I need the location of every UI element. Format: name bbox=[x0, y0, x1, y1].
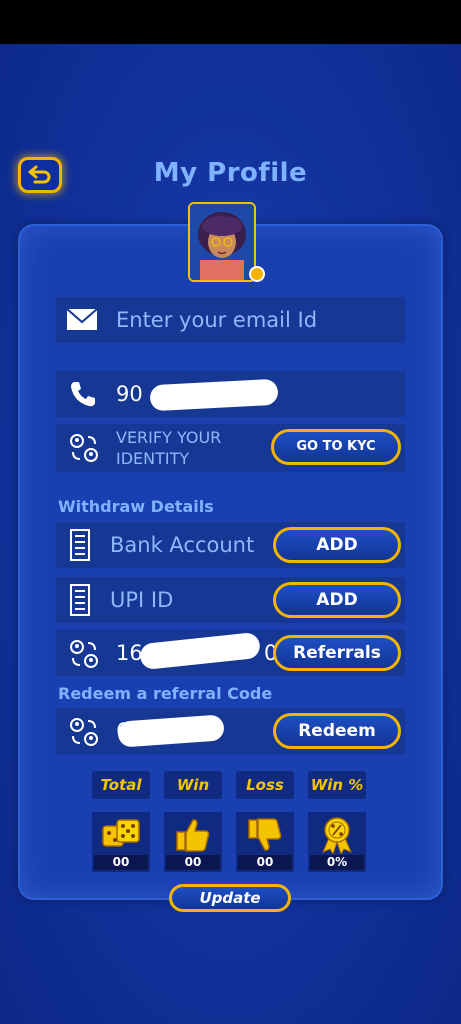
stat-win: 00 bbox=[164, 812, 222, 872]
add-upi-button[interactable]: ADD bbox=[273, 582, 401, 618]
stat-label-loss: Loss bbox=[236, 771, 294, 799]
percent-badge-icon bbox=[322, 817, 352, 854]
stat-label-win: Win bbox=[164, 771, 222, 799]
edit-avatar-icon[interactable] bbox=[249, 266, 265, 282]
stat-label-win-percent: Win % bbox=[308, 771, 366, 799]
upi-row: UPI ID ADD bbox=[56, 577, 405, 623]
mail-icon bbox=[66, 308, 98, 330]
page-title: My Profile bbox=[153, 158, 308, 188]
referral-swap-icon bbox=[70, 640, 98, 668]
phone-value: 90 bbox=[116, 382, 143, 406]
withdraw-section-label: Withdraw Details bbox=[58, 497, 214, 516]
stat-loss: 00 bbox=[236, 812, 294, 872]
thumbs-down-icon bbox=[248, 818, 282, 851]
thumbs-up-icon bbox=[176, 819, 210, 852]
referrals-button[interactable]: Referrals bbox=[273, 635, 401, 671]
redeem-section-label: Redeem a referral Code bbox=[58, 684, 273, 703]
kyc-label-line2: IDENTITY bbox=[116, 449, 190, 468]
upi-label: UPI ID bbox=[110, 588, 174, 612]
identity-swap-icon bbox=[70, 434, 98, 462]
kyc-label: VERIFY YOUR IDENTITY bbox=[116, 427, 221, 469]
stat-win-percent: 0% bbox=[308, 812, 366, 872]
go-to-kyc-button[interactable]: GO TO KYC bbox=[271, 429, 401, 465]
avatar[interactable] bbox=[188, 202, 256, 282]
add-bank-button[interactable]: ADD bbox=[273, 527, 401, 563]
update-button[interactable]: Update bbox=[169, 884, 291, 912]
kyc-row: VERIFY YOUR IDENTITY GO TO KYC bbox=[56, 424, 405, 472]
email-field[interactable]: Enter your email Id bbox=[56, 297, 405, 343]
avatar-portrait bbox=[190, 204, 254, 280]
dice-icon bbox=[102, 819, 140, 847]
redeem-swap-icon bbox=[70, 718, 98, 746]
status-bar bbox=[0, 0, 461, 44]
bank-account-label: Bank Account bbox=[110, 533, 255, 557]
referral-code-prefix: 16 bbox=[116, 641, 143, 665]
bank-account-row: Bank Account ADD bbox=[56, 522, 405, 568]
redeem-row: 6 Redeem bbox=[56, 708, 405, 754]
stat-win-percent-value: 0% bbox=[310, 855, 364, 870]
stat-label-total: Total bbox=[92, 771, 150, 799]
building-icon bbox=[70, 529, 90, 561]
stat-total-value: 00 bbox=[94, 855, 148, 870]
kyc-label-line1: VERIFY YOUR bbox=[116, 428, 222, 447]
stat-total: 00 bbox=[92, 812, 150, 872]
stat-win-value: 00 bbox=[166, 855, 220, 870]
building-icon bbox=[70, 584, 90, 616]
redeem-button[interactable]: Redeem bbox=[273, 713, 401, 749]
email-placeholder: Enter your email Id bbox=[116, 308, 318, 332]
stat-loss-value: 00 bbox=[238, 855, 292, 870]
phone-icon bbox=[71, 382, 95, 407]
